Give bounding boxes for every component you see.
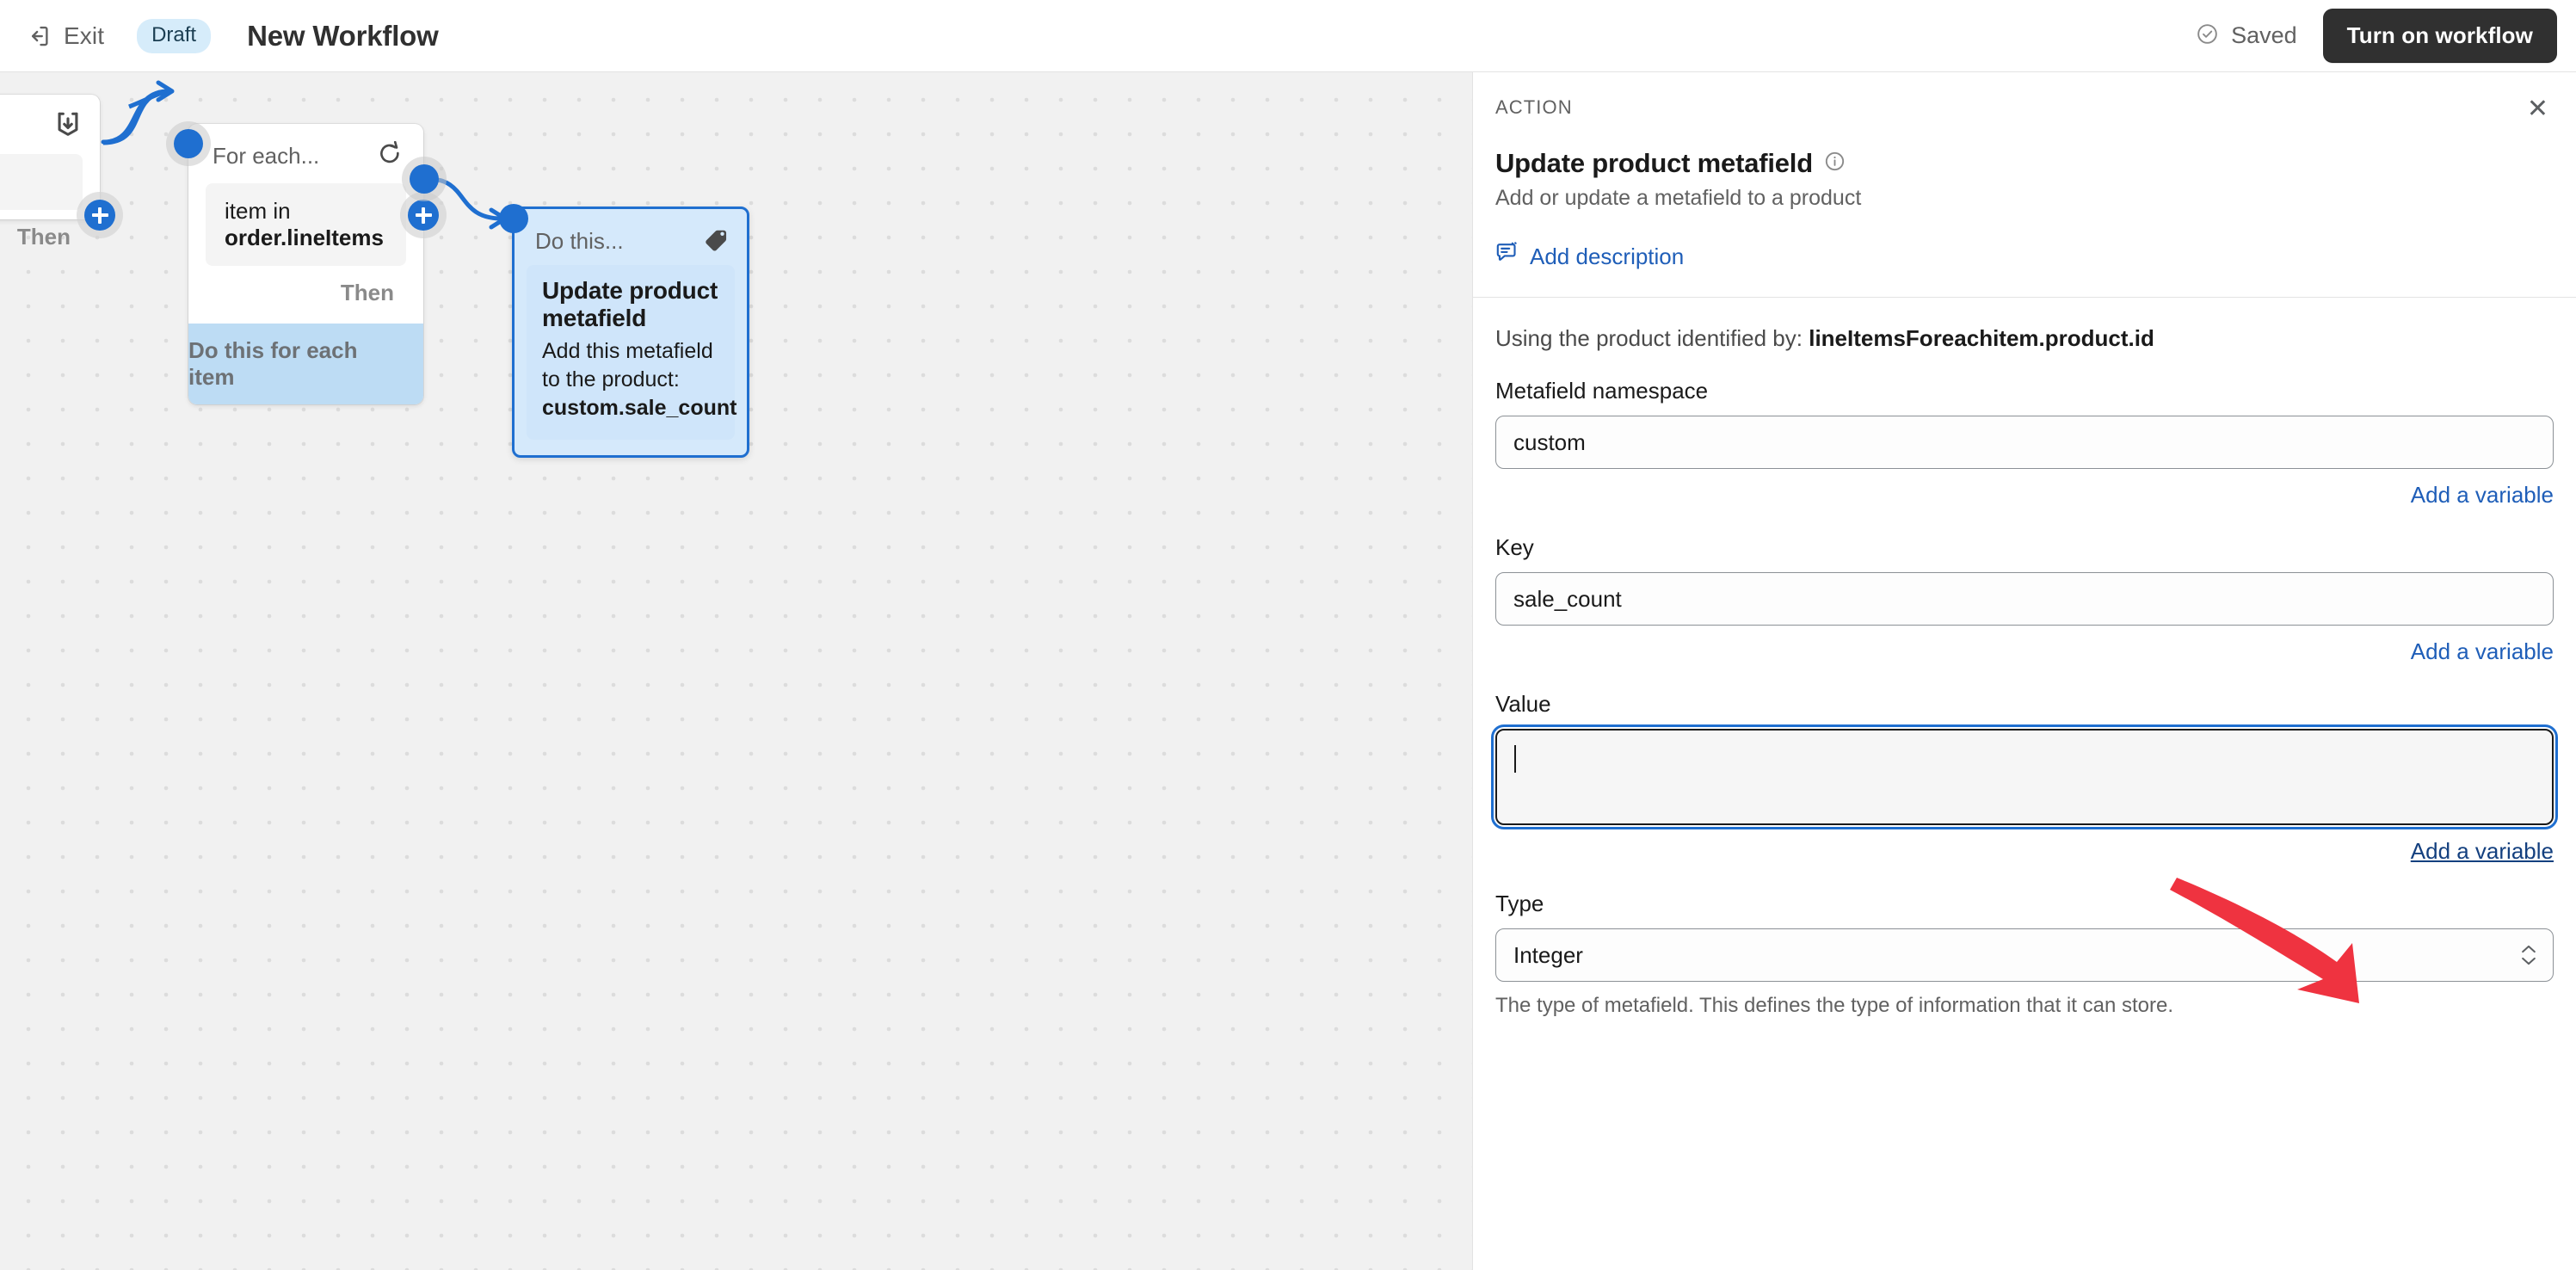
info-circle-icon[interactable]: [1824, 151, 1846, 176]
metafield-type-group: Type Integer: [1473, 865, 2576, 982]
value-add-variable-link[interactable]: Add a variable: [2411, 838, 2554, 865]
metafield-namespace-label: Metafield namespace: [1495, 378, 1709, 404]
action-node-description: Add this metafield to the product: custo…: [542, 337, 736, 422]
turn-on-workflow-button[interactable]: Turn on workflow: [2322, 9, 2557, 63]
trigger-node[interactable]: Then: [0, 95, 100, 250]
metafield-key-label: Key: [1495, 534, 1534, 560]
workflow-canvas[interactable]: Then For each... item in order.lineItems…: [0, 72, 1472, 1270]
metafield-type-label: Type: [1495, 891, 1544, 916]
add-description-button[interactable]: Add description: [1495, 242, 1684, 271]
for-each-field-prefix: item in: [225, 198, 291, 224]
action-node[interactable]: Do this... Update product metafield Add …: [512, 207, 749, 458]
trigger-node-field: [0, 154, 83, 210]
tag-icon: [702, 225, 731, 258]
top-bar-right-group: Saved Turn on workflow: [2196, 9, 2576, 63]
action-metafield-value: custom.sale_count: [542, 396, 737, 420]
metafield-type-select-wrap: Integer: [1495, 928, 2554, 982]
action-settings-panel: ACTION ✕ Update product metafield Add or…: [1472, 72, 2576, 1270]
action-node-title: Do this...: [535, 228, 624, 254]
value-add-variable-row: Add a variable: [1495, 825, 2554, 865]
namespace-add-variable-link[interactable]: Add a variable: [2411, 482, 2554, 509]
for-each-field-value: order.lineItems: [225, 225, 384, 250]
order-received-icon: [53, 110, 83, 144]
metafield-key-input[interactable]: [1495, 572, 2554, 626]
panel-kicker-label: ACTION: [1495, 96, 1573, 118]
metafield-type-select[interactable]: Integer: [1495, 928, 2554, 982]
product-identifier-value: lineItemsForeachitem.product.id: [1809, 325, 2154, 351]
metafield-type-selected-value: Integer: [1513, 941, 1583, 968]
for-each-node[interactable]: For each... item in order.lineItems Then…: [188, 124, 423, 404]
metafield-value-textarea[interactable]: [1491, 724, 2558, 829]
exit-door-icon: [26, 23, 52, 49]
for-each-loop-output-connector[interactable]: [410, 164, 439, 194]
top-bar-left-group: Exit Draft New Workflow: [0, 15, 439, 57]
panel-title-row: Update product metafield: [1473, 122, 2576, 179]
add-description-label: Add description: [1530, 243, 1685, 269]
page-title: New Workflow: [247, 19, 439, 52]
key-add-variable-row: Add a variable: [1495, 626, 2554, 665]
for-each-footer-label: Do this for each item: [188, 324, 423, 404]
add-description-row: Add description: [1473, 211, 2576, 297]
exit-button[interactable]: Exit: [15, 15, 114, 57]
metafield-key-group: Key Add a variable: [1473, 509, 2576, 665]
for-each-node-title: For each...: [213, 143, 320, 169]
check-circle-icon: [2196, 22, 2219, 50]
action-description-text: Add this metafield to the product:: [542, 339, 713, 391]
for-each-node-field: item in order.lineItems: [206, 183, 406, 266]
status-badge: Draft: [137, 18, 212, 53]
text-caret: [1514, 745, 1516, 773]
panel-subtitle: Add or update a metafield to a product: [1495, 186, 1862, 210]
save-status-label: Saved: [2231, 22, 2297, 48]
metafield-value-label: Value: [1495, 691, 1551, 717]
comment-edit-icon: [1495, 242, 1519, 271]
product-identifier-line: Using the product identified by: lineIte…: [1473, 298, 2576, 352]
top-bar: Exit Draft New Workflow Saved Turn on wo…: [0, 0, 2576, 72]
action-input-connector[interactable]: [499, 204, 528, 233]
exit-label: Exit: [64, 22, 105, 49]
for-each-node-header: For each...: [188, 124, 423, 180]
add-step-after-for-each-button[interactable]: [408, 200, 439, 231]
save-status: Saved: [2196, 22, 2297, 50]
workflow-editor-screen: Exit Draft New Workflow Saved Turn on wo…: [0, 0, 2576, 1270]
metafield-namespace-group: Metafield namespace Add a variable: [1473, 352, 2576, 509]
action-node-summary: Update product metafield Add this metafi…: [527, 265, 736, 440]
key-add-variable-link[interactable]: Add a variable: [2411, 638, 2554, 665]
for-each-node-body: item in order.lineItems: [188, 180, 423, 266]
action-node-name: Update product metafield: [542, 277, 718, 331]
panel-header: ACTION ✕: [1473, 72, 2576, 122]
for-each-then-label: Then: [340, 280, 394, 305]
add-step-after-trigger-button[interactable]: [84, 200, 115, 231]
metafield-namespace-input[interactable]: [1495, 416, 2554, 469]
for-each-input-connector[interactable]: [174, 129, 203, 158]
action-node-header: Do this...: [515, 209, 747, 265]
product-identifier-prefix: Using the product identified by:: [1495, 325, 1809, 351]
metafield-type-help-text: The type of metafield. This defines the …: [1495, 994, 2173, 1017]
close-icon[interactable]: ✕: [2522, 96, 2554, 122]
trigger-node-header: [0, 95, 100, 151]
loop-repeat-icon: [377, 140, 403, 171]
panel-title: Update product metafield: [1495, 148, 1813, 178]
metafield-value-group: Value Add a variable: [1473, 665, 2576, 865]
namespace-add-variable-row: Add a variable: [1495, 469, 2554, 509]
trigger-node-body: [0, 151, 100, 210]
